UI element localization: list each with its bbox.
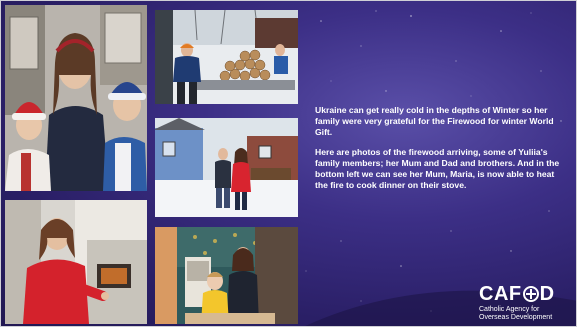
story-caption: Ukraine can get really cold in the depth… xyxy=(315,105,567,199)
cafod-wordmark: CAF D xyxy=(479,283,555,305)
slide: Ukraine can get really cold in the depth… xyxy=(0,0,577,327)
caption-paragraph-1: Ukraine can get really cold in the depth… xyxy=(315,105,554,138)
firewood-delivery-photo xyxy=(155,10,298,104)
caption-paragraph-2: Here are photos of the firewood arriving… xyxy=(315,146,560,191)
cafod-logo: CAF D Catholic Agency for Overseas Devel… xyxy=(479,284,575,324)
cross-in-circle-icon xyxy=(522,286,539,302)
family-portrait-photo xyxy=(5,5,147,191)
couple-in-snow-photo xyxy=(155,118,298,217)
mother-at-stove-photo xyxy=(5,200,147,324)
cafod-subtitle: Catholic Agency for Overseas Development xyxy=(479,306,553,321)
mother-and-child-kitchen-photo xyxy=(155,227,298,324)
